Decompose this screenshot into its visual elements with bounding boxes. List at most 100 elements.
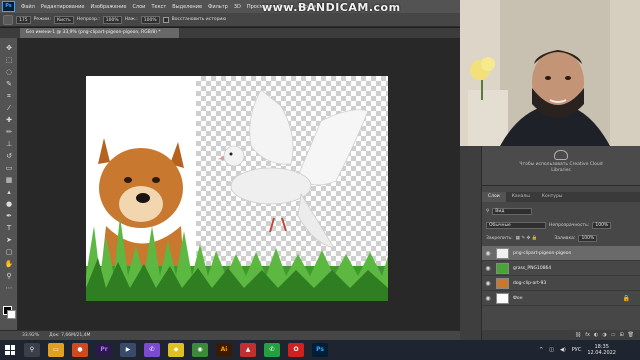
lock-buttons-icon[interactable]: ▦ ✎ ✥ 🔒 — [516, 236, 538, 241]
lasso-tool-icon[interactable]: ◌ — [3, 68, 15, 77]
brush-tool-icon[interactable]: ✏ — [3, 128, 15, 137]
path-select-tool-icon[interactable]: ➤ — [3, 236, 15, 245]
layer-row[interactable]: ◉ Фон 🔒 — [482, 291, 640, 306]
viber-icon[interactable]: ✆ — [144, 343, 160, 357]
menu-layers[interactable]: Слои — [129, 4, 148, 10]
menu-file[interactable]: Файл — [18, 4, 38, 10]
shape-tool-icon[interactable]: ▢ — [3, 248, 15, 257]
options-bar: 175 Режим: Кисть Непрозр.: 100% Наж.: 10… — [0, 13, 460, 27]
restore-history-checkbox[interactable] — [162, 16, 169, 23]
opacity-field[interactable]: 100% — [592, 221, 612, 229]
utility-app-icon[interactable]: ◆ — [168, 343, 184, 357]
background-color-swatch[interactable] — [7, 310, 16, 319]
mode-select[interactable]: Кисть — [53, 15, 74, 24]
brush-size-field[interactable]: 175 — [16, 15, 31, 24]
tab-paths[interactable]: Контуры — [536, 192, 569, 202]
layer-name: grass_PNG10864 — [513, 265, 552, 271]
search-icon[interactable]: ⚲ — [24, 343, 40, 357]
layer-thumbnail — [496, 262, 509, 274]
photoshop-logo: Ps — [2, 1, 15, 12]
history-brush-tool-icon[interactable]: ↺ — [3, 152, 15, 161]
document-canvas[interactable] — [86, 76, 388, 301]
status-bar: 33.92% Док: 7,66М/21,4М — [0, 330, 460, 340]
file-explorer-icon[interactable]: ▭ — [48, 343, 64, 357]
layer-filter-select[interactable]: Вид — [492, 207, 533, 215]
language-indicator[interactable]: РУС — [572, 347, 582, 353]
quick-select-tool-icon[interactable]: ✎ — [3, 80, 15, 89]
eye-icon[interactable]: ◉ — [482, 295, 494, 302]
whatsapp-icon[interactable]: ✆ — [264, 343, 280, 357]
photoshop-taskbar-icon[interactable]: Ps — [312, 343, 328, 357]
dodge-tool-icon[interactable]: ● — [3, 200, 15, 209]
fill-field[interactable]: 100% — [578, 234, 598, 242]
mask-icon[interactable]: ◐ — [594, 332, 598, 338]
menu-select[interactable]: Выделение — [169, 4, 205, 10]
pressure-field[interactable]: 100% — [140, 15, 160, 24]
document-size: Док: 7,66М/21,4М — [49, 333, 91, 338]
stamp-tool-icon[interactable]: ⊥ — [3, 140, 15, 149]
menu-type[interactable]: Текст — [148, 4, 169, 10]
menu-edit[interactable]: Редактирование — [38, 4, 88, 10]
zoom-tool-icon[interactable]: ⚲ — [3, 272, 15, 281]
clock[interactable]: 18:35 12.04.2022 — [587, 344, 616, 356]
new-layer-icon[interactable]: ⊞ — [619, 332, 623, 338]
hand-tool-icon[interactable]: ✋ — [3, 260, 15, 269]
folder-icon[interactable]: ▭ — [611, 332, 616, 338]
start-button[interactable] — [0, 340, 20, 360]
opacity-field[interactable]: 100% — [102, 15, 122, 24]
media-player-icon[interactable]: ▶ — [120, 343, 136, 357]
zoom-level[interactable]: 33.92% — [22, 333, 39, 338]
system-tray: ^ ◫ ◀) РУС 18:35 12.04.2022 — [539, 340, 616, 360]
network-icon[interactable]: ◫ — [549, 347, 554, 353]
trash-icon[interactable]: 🗑 — [628, 332, 634, 338]
eraser-tool-icon[interactable]: ▭ — [3, 164, 15, 173]
eye-icon[interactable]: ◉ — [482, 280, 494, 287]
tray-arrow-icon[interactable]: ^ — [539, 347, 543, 353]
opera-icon[interactable]: O — [288, 343, 304, 357]
crop-tool-icon[interactable]: ⌗ — [3, 92, 15, 101]
eyedropper-tool-icon[interactable]: ⁄ — [3, 104, 15, 113]
link-layers-icon[interactable]: ⛓ — [575, 332, 581, 338]
lock-icon: 🔒 — [622, 294, 630, 302]
webcam-overlay — [460, 0, 640, 146]
pressure-label: Наж.: — [124, 17, 138, 22]
type-tool-icon[interactable]: T — [3, 224, 15, 233]
illustrator-icon[interactable]: Ai — [216, 343, 232, 357]
canvas-artwork — [86, 89, 388, 301]
layer-thumbnail — [496, 247, 509, 259]
adjustment-icon[interactable]: ◑ — [602, 332, 606, 338]
premiere-icon[interactable]: Pr — [96, 343, 112, 357]
document-tab[interactable]: Без имени-1 @ 33,9% (png-clipart-pigeon-… — [20, 28, 180, 38]
tools-panel: ✥ ⬚ ◌ ✎ ⌗ ⁄ ✚ ✏ ⊥ ↺ ▭ ▦ ▴ ● ✒ T ➤ ▢ ✋ ⚲ … — [0, 38, 18, 340]
healing-tool-icon[interactable]: ✚ — [3, 116, 15, 125]
layers-panel-tabs: Слои Каналы Контуры — [482, 192, 640, 202]
volume-icon[interactable]: ◀) — [560, 347, 566, 353]
lock-label: Закрепить: — [486, 235, 513, 241]
move-tool-icon[interactable]: ✥ — [3, 44, 15, 53]
pen-tool-icon[interactable]: ✒ — [3, 212, 15, 221]
marquee-tool-icon[interactable]: ⬚ — [3, 56, 15, 65]
menu-3d[interactable]: 3D — [231, 4, 244, 10]
blur-tool-icon[interactable]: ▴ — [3, 188, 15, 197]
menu-image[interactable]: Изображение — [87, 4, 129, 10]
history-brush-tool-icon[interactable] — [3, 14, 13, 25]
tab-layers[interactable]: Слои — [482, 192, 506, 202]
fx-icon[interactable]: fx — [585, 332, 590, 338]
maps-icon[interactable]: ◉ — [192, 343, 208, 357]
gradient-tool-icon[interactable]: ▦ — [3, 176, 15, 185]
layer-row[interactable]: ◉ dog-clip-art-93 — [482, 276, 640, 291]
acrobat-icon[interactable]: ▲ — [240, 343, 256, 357]
layer-thumbnail — [496, 292, 509, 304]
menu-filter[interactable]: Фильтр — [205, 4, 231, 10]
blend-mode-select[interactable]: Обычные — [486, 221, 546, 229]
eye-icon[interactable]: ◉ — [482, 250, 494, 257]
opacity-label: Непрозрачность: — [549, 222, 590, 228]
more-tools-icon[interactable]: ⋯ — [3, 284, 15, 293]
layer-row[interactable]: ◉ png-clipart-pigeon-pigeon — [482, 246, 640, 261]
eye-icon[interactable]: ◉ — [482, 265, 494, 272]
chrome-icon[interactable]: ● — [72, 343, 88, 357]
layer-row[interactable]: ◉ grass_PNG10864 — [482, 261, 640, 276]
tab-channels[interactable]: Каналы — [506, 192, 536, 202]
collapsed-panel-strip — [460, 146, 482, 340]
webcam-image — [460, 0, 640, 146]
